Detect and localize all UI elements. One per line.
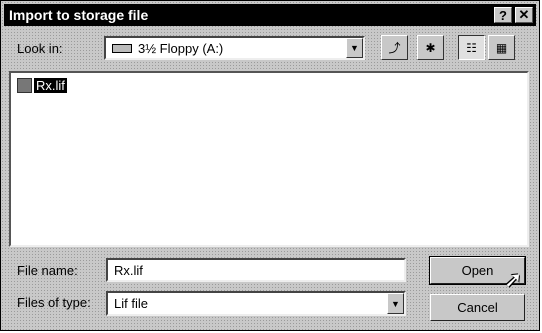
file-item-name: Rx.lif xyxy=(34,78,67,93)
look-in-label: Look in: xyxy=(17,41,63,56)
mouse-pointer-icon: ➚ xyxy=(504,267,523,292)
look-in-dropdown[interactable]: 3½ Floppy (A:) ▼ xyxy=(104,36,365,60)
dialog-title: Import to storage file xyxy=(9,7,149,23)
look-in-value: 3½ Floppy (A:) xyxy=(138,40,224,56)
list-view-icon: ☷ xyxy=(466,40,477,55)
file-name-input[interactable]: Rx.lif xyxy=(106,258,406,282)
import-dialog: Import to storage file ? ✕ Look in: 3½ F… xyxy=(0,0,540,331)
files-of-type-dropdown[interactable]: Lif file ▼ xyxy=(106,291,406,316)
look-in-dropdown-arrow[interactable]: ▼ xyxy=(346,38,363,58)
details-view-icon: ▦ xyxy=(495,40,508,55)
help-button[interactable]: ? xyxy=(494,7,512,23)
up-folder-icon: ⤴ xyxy=(388,41,401,55)
floppy-drive-icon xyxy=(112,43,132,53)
list-item[interactable]: Rx.lif xyxy=(17,78,67,93)
file-list[interactable]: Rx.lif xyxy=(9,71,529,247)
files-of-type-dropdown-arrow[interactable]: ▼ xyxy=(387,293,404,314)
new-folder-icon: ✱ xyxy=(425,40,436,55)
file-name-label: File name: xyxy=(17,263,78,278)
details-view-button[interactable]: ▦ xyxy=(488,35,515,60)
cancel-button[interactable]: Cancel xyxy=(430,294,525,321)
list-view-button[interactable]: ☷ xyxy=(458,35,485,60)
new-folder-button[interactable]: ✱ xyxy=(417,35,444,60)
file-name-value: Rx.lif xyxy=(114,262,143,278)
files-of-type-value: Lif file xyxy=(114,296,148,311)
close-button[interactable]: ✕ xyxy=(515,7,533,23)
title-bar: Import to storage file ? ✕ xyxy=(4,4,536,26)
files-of-type-label: Files of type: xyxy=(17,295,91,310)
lif-file-icon xyxy=(17,78,32,93)
up-folder-button[interactable]: ⤴ xyxy=(381,35,408,60)
